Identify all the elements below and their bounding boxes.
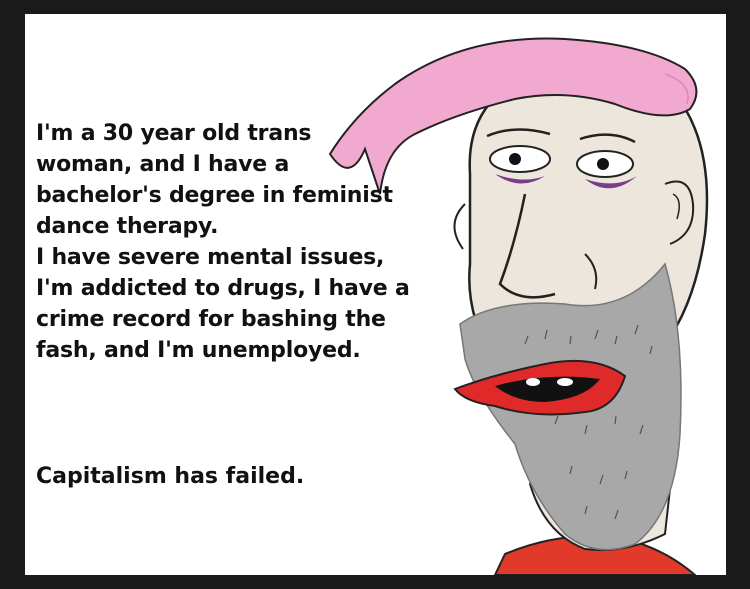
caption-line: fash, and I'm unemployed.: [36, 338, 361, 363]
caption-line: crime record for bashing the: [36, 307, 386, 332]
caption-line: I'm a 30 year old trans: [36, 121, 312, 146]
caption-punchline: Capitalism has failed.: [36, 464, 305, 489]
bottom-frame-bar: [0, 575, 750, 589]
left-frame-bar: [0, 14, 25, 575]
caption-line: woman, and I have a: [36, 152, 290, 177]
caption-line: dance therapy.: [36, 214, 219, 239]
meme-panel: I'm a 30 year old trans woman, and I hav…: [25, 14, 726, 575]
meme-caption: I'm a 30 year old trans woman, and I hav…: [36, 118, 456, 366]
top-frame-bar: [0, 0, 750, 14]
right-frame-bar: [726, 14, 750, 575]
caption-line: bachelor's degree in feminist: [36, 183, 393, 208]
caption-line: I have severe mental issues,: [36, 245, 385, 270]
caption-line: I'm addicted to drugs, I have a: [36, 276, 410, 301]
